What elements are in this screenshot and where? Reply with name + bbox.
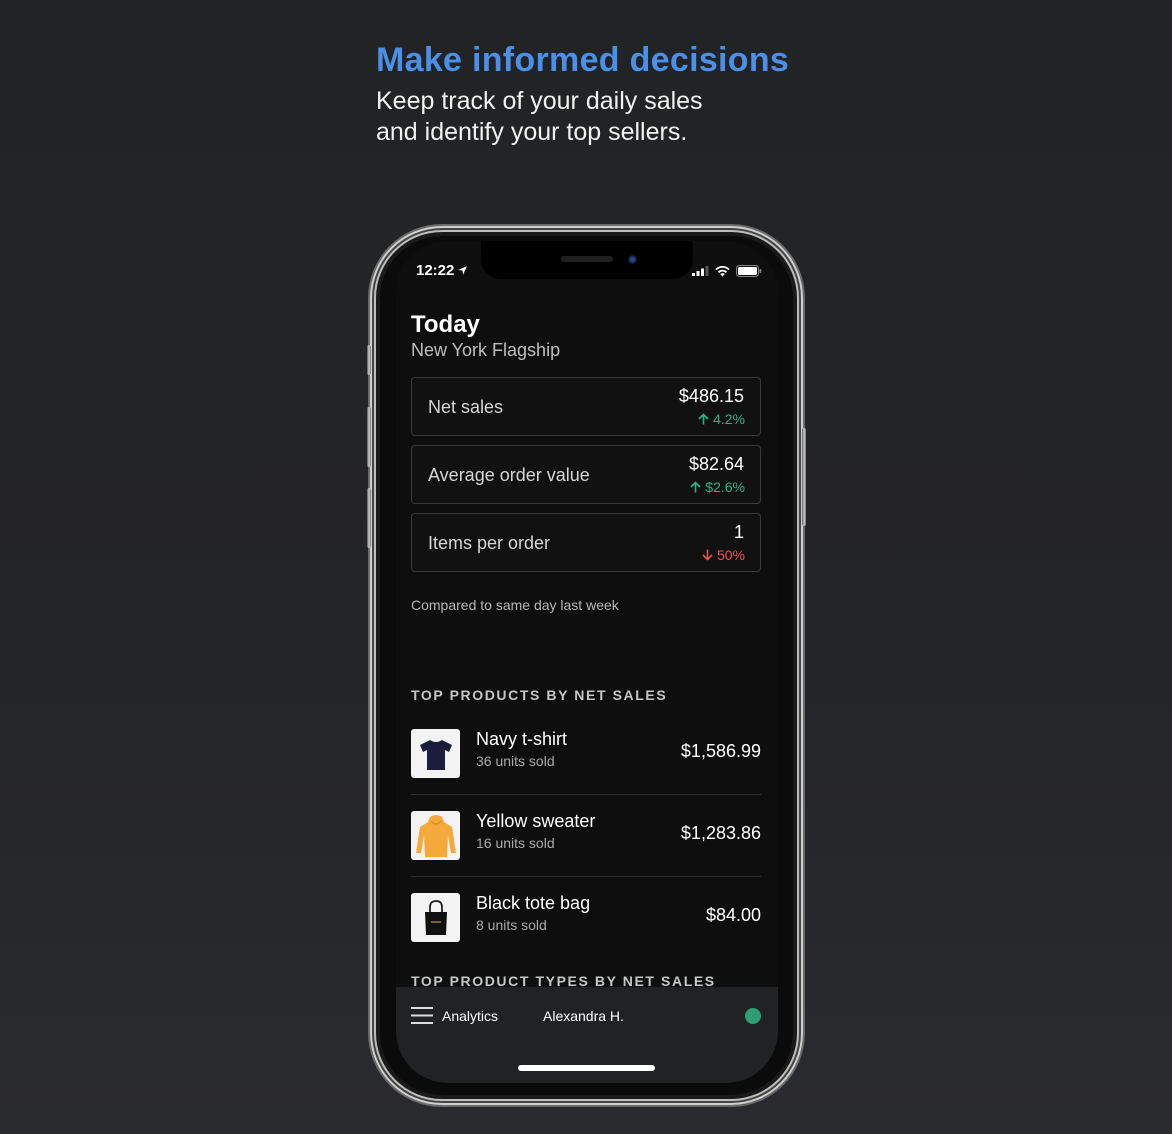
metric-change-value: 50% (716, 547, 745, 563)
product-price: $1,283.86 (680, 823, 761, 843)
product-row[interactable]: Navy t-shirt 36 units sold $1,586.99 (411, 713, 761, 795)
top-products-list: Navy t-shirt 36 units sold $1,586.99 Yel… (411, 713, 761, 959)
power-button (802, 428, 806, 526)
status-icons (692, 265, 762, 277)
black-tote-image (411, 893, 460, 942)
hero-subtitle-line: and identify your top sellers. (376, 118, 688, 146)
product-price: $84.00 (705, 905, 761, 925)
hero-title: Make informed decisions (376, 41, 790, 79)
store-name: New York Flagship (411, 340, 561, 360)
dashboard-content: Today New York Flagship Net sales $486.1… (411, 311, 761, 959)
product-name: Yellow sweater (476, 811, 596, 831)
metric-label: Items per order (428, 533, 551, 553)
hero-subtitle-line: Keep track of your daily sales (376, 87, 703, 115)
tshirt-icon (419, 739, 452, 770)
arrow-up-icon (690, 481, 701, 493)
hoodie-icon (415, 814, 456, 857)
bottom-bar: Analytics Alexandra H. (396, 987, 778, 1083)
menu-button[interactable]: Analytics (411, 1007, 498, 1024)
metric-label: Average order value (428, 465, 590, 485)
cellular-signal-icon (692, 266, 709, 276)
wifi-icon (715, 265, 730, 276)
arrow-down-icon (702, 549, 713, 561)
metric-card-net-sales[interactable]: Net sales $486.15 4.2% (411, 377, 761, 436)
metrics-list: Net sales $486.15 4.2% Average order val… (411, 377, 761, 572)
metric-change-value: 4.2% (713, 411, 745, 427)
section-heading-top-products: TOP PRODUCTS BY NET SALES (411, 687, 668, 703)
product-units: 16 units sold (476, 835, 555, 851)
status-bar-time: 12:22 (416, 262, 468, 279)
navy-tshirt-image (411, 729, 460, 778)
product-name: Navy t-shirt (476, 729, 568, 749)
location-arrow-icon (458, 266, 468, 275)
hero: Make informed decisions Keep track of yo… (376, 40, 789, 148)
product-row[interactable]: Black tote bag 8 units sold $84.00 (411, 877, 761, 959)
product-row[interactable]: Yellow sweater 16 units sold $1,283.86 (411, 795, 761, 877)
product-name: Black tote bag (476, 893, 591, 913)
notch (481, 241, 693, 279)
user-name[interactable]: Alexandra H. (543, 1008, 624, 1024)
metric-value: 1 (733, 522, 744, 542)
clock: 12:22 (416, 262, 455, 279)
hero-subtitle: Keep track of your daily sales and ident… (376, 86, 789, 148)
metric-value: $82.64 (688, 454, 744, 474)
metric-change: 50% (702, 547, 745, 563)
metric-value: $486.15 (678, 386, 744, 406)
product-units: 36 units sold (476, 753, 555, 769)
metric-change: 4.2% (698, 411, 745, 427)
volume-down-button (367, 488, 371, 548)
battery-icon (736, 265, 762, 277)
status-indicator-dot[interactable] (745, 1008, 761, 1024)
hamburger-menu-icon (411, 1007, 433, 1024)
metric-change: $2.6% (690, 479, 745, 495)
metric-label: Net sales (428, 397, 504, 417)
metric-change-value: $2.6% (705, 479, 745, 495)
phone-screen: 12:22 Today New York Flagship Net sales (396, 241, 778, 1083)
arrow-up-icon (698, 413, 709, 425)
comparison-note: Compared to same day last week (411, 597, 619, 613)
front-camera (628, 255, 637, 264)
yellow-hoodie-image (411, 811, 460, 860)
volume-up-button (367, 407, 371, 467)
product-price: $1,586.99 (680, 741, 761, 761)
metric-card-average-order-value[interactable]: Average order value $82.64 $2.6% (411, 445, 761, 504)
page-title: Today (411, 311, 480, 338)
menu-label: Analytics (442, 1007, 499, 1024)
product-units: 8 units sold (476, 917, 547, 933)
metric-card-items-per-order[interactable]: Items per order 1 50% (411, 513, 761, 572)
tote-bag-icon (424, 899, 447, 935)
silent-switch (367, 345, 371, 375)
home-indicator[interactable] (518, 1065, 655, 1071)
